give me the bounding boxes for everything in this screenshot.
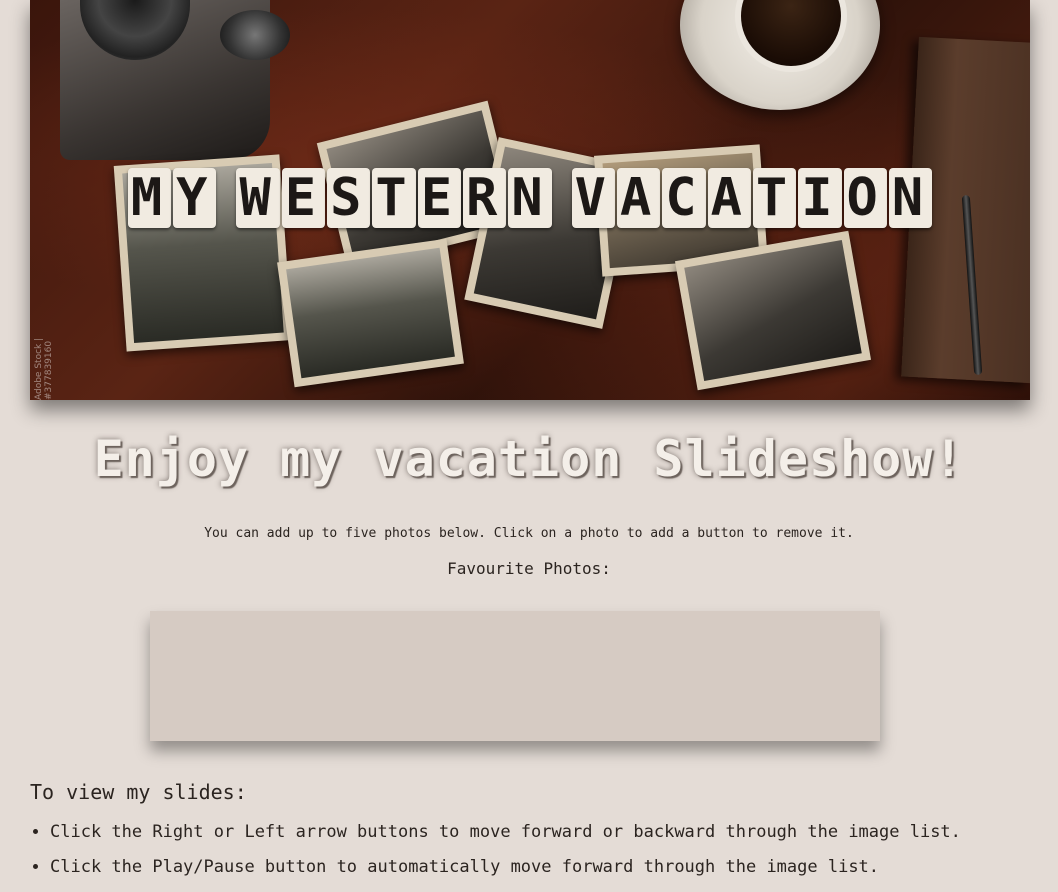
instructions-list: Click the Right or Left arrow buttons to… — [30, 822, 1050, 892]
banner-title-letter: M — [127, 168, 172, 228]
banner-photo — [277, 238, 464, 388]
banner-title-letter: S — [327, 168, 371, 228]
camera-dial — [220, 10, 290, 60]
banner-title-letter: V — [571, 168, 615, 228]
stock-watermark: Adobe Stock | #377839160 — [34, 337, 54, 400]
favourite-photos-label: Favourite Photos: — [447, 559, 611, 578]
banner-title-letter: E — [281, 168, 326, 228]
banner-title: MYWESTERNVACATION — [30, 168, 1030, 228]
banner-title-letter: N — [888, 168, 933, 228]
header-banner-image: MYWESTERNVACATION Adobe Stock | #3778391… — [30, 0, 1030, 400]
banner-title-letter: A — [616, 168, 661, 228]
banner-title-letter: E — [417, 168, 462, 228]
banner-title-letter: A — [707, 168, 751, 228]
banner-title-letter: I — [798, 168, 842, 228]
page-heading: Enjoy my vacation Slideshow! — [93, 430, 965, 488]
instruction-item: Click the Play/Pause button to automatic… — [50, 857, 1050, 877]
banner-title-letter: W — [236, 168, 280, 228]
banner-title-letter: N — [508, 168, 552, 228]
instruction-item: Click the Right or Left arrow buttons to… — [50, 822, 1050, 842]
camera-illustration — [60, 0, 290, 160]
banner-title-letter: T — [752, 168, 797, 228]
banner-title-letter: R — [463, 168, 507, 228]
banner-title-letter: O — [843, 168, 887, 228]
banner-title-word: VACATION — [571, 168, 934, 228]
banner-title-letter: Y — [173, 168, 217, 228]
banner-title-word: MY — [127, 168, 218, 228]
favourite-photos-container — [150, 611, 880, 741]
banner-title-word: WESTERN — [235, 168, 552, 228]
camera-lens — [80, 0, 190, 60]
banner-title-letter: C — [662, 168, 706, 228]
banner-title-letter: T — [372, 168, 416, 228]
instructions-title: To view my slides: — [30, 780, 247, 804]
intro-text: You can add up to five photos below. Cli… — [204, 526, 854, 541]
